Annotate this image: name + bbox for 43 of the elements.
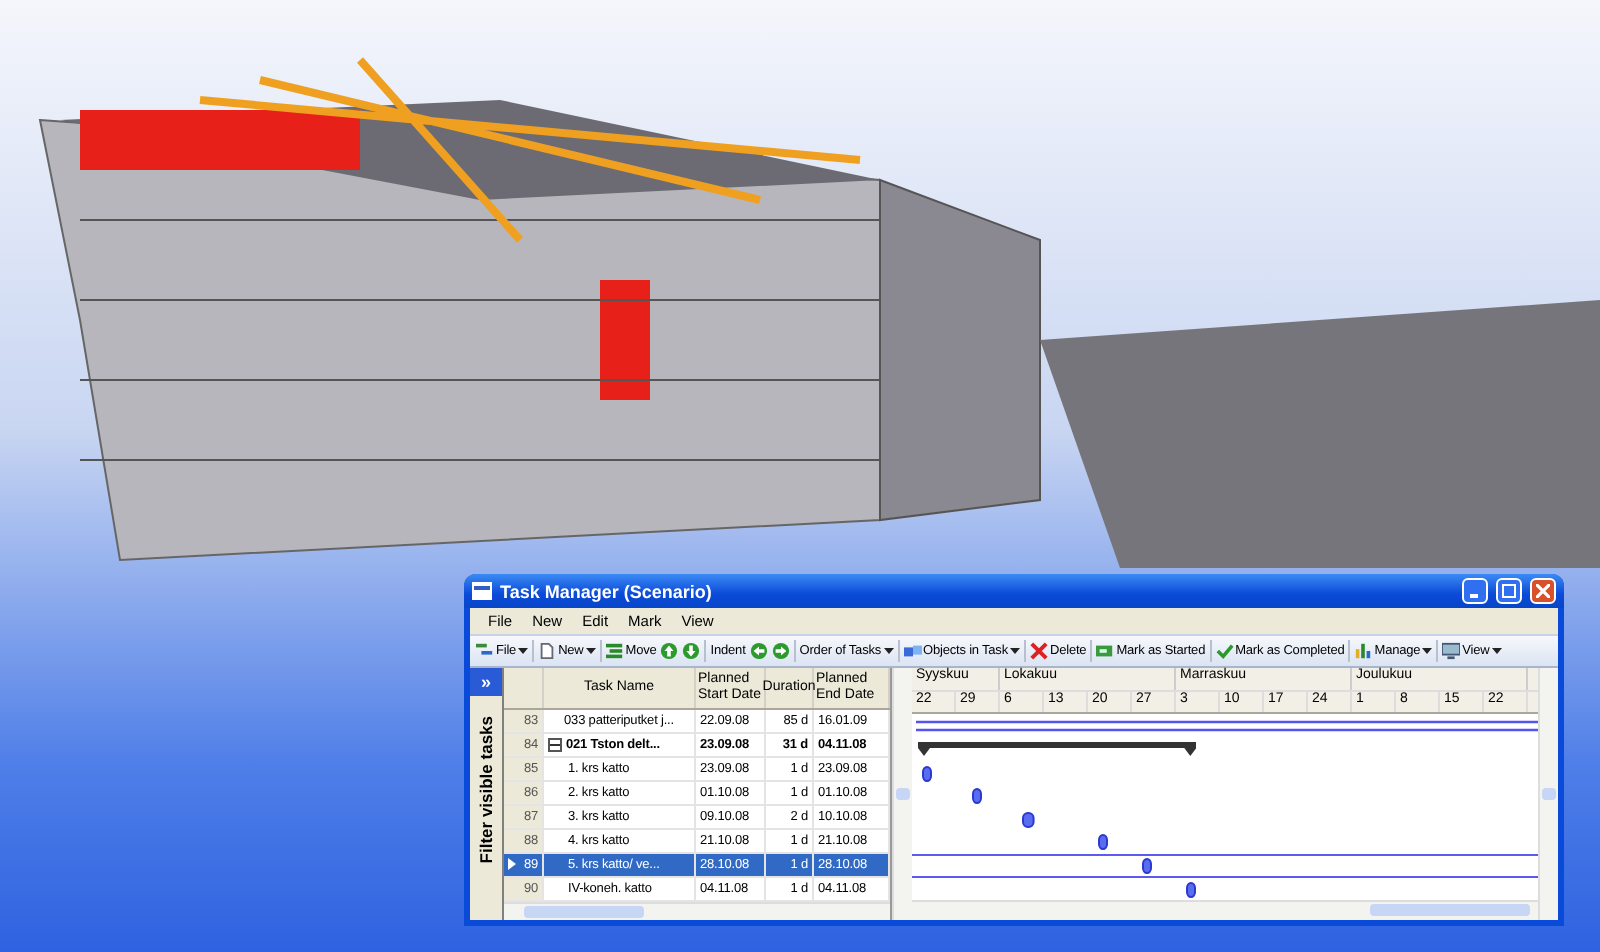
minimize-button[interactable] [1462, 578, 1488, 604]
toolbar-button[interactable] [658, 638, 681, 664]
cubes-icon [903, 642, 922, 660]
left-arrow-icon [749, 642, 768, 660]
lines-icon [605, 642, 624, 660]
row-pointer-icon [508, 858, 516, 871]
task-bar [922, 765, 933, 781]
right-arrow-icon [771, 642, 790, 660]
task-bar [1186, 881, 1197, 898]
toolbar-button[interactable] [747, 638, 770, 664]
up-arrow-icon [660, 642, 679, 660]
chart-icon [1354, 642, 1373, 660]
task-bar [1098, 834, 1109, 851]
down-arrow-icon [682, 642, 701, 660]
caret-icon [1010, 648, 1020, 654]
caret-icon [1422, 648, 1433, 654]
task-bar [1142, 858, 1153, 875]
check-icon [1215, 642, 1234, 660]
vertical-scrollbar[interactable] [1538, 668, 1558, 920]
maximize-button[interactable] [1496, 578, 1522, 604]
flag-icon [1096, 642, 1115, 660]
gantt-chart-icon [476, 642, 494, 660]
caret-icon [518, 648, 529, 654]
task-bar [972, 788, 983, 805]
caret-icon [883, 648, 894, 654]
toolbar-button[interactable] [680, 638, 703, 664]
page-icon [538, 642, 557, 660]
caret-icon [585, 648, 596, 654]
sidebar-label: Filter visible tasks [476, 716, 496, 864]
task-bar [1022, 811, 1036, 828]
horizontal-scrollbar[interactable] [912, 900, 1538, 921]
toolbar-button[interactable] [769, 638, 792, 664]
close-icon [1536, 584, 1550, 598]
expand-sidebar-button[interactable]: » [470, 668, 502, 696]
collapse-icon[interactable] [548, 738, 562, 753]
maximize-icon [1502, 584, 1516, 598]
vertical-scrollbar[interactable] [892, 668, 912, 920]
app-icon [472, 582, 492, 600]
monitor-icon [1442, 642, 1461, 660]
window-title: Task Manager (Scenario) [500, 581, 714, 601]
caret-icon [1491, 648, 1502, 654]
delete-icon [1030, 642, 1048, 660]
close-button[interactable] [1530, 578, 1556, 604]
